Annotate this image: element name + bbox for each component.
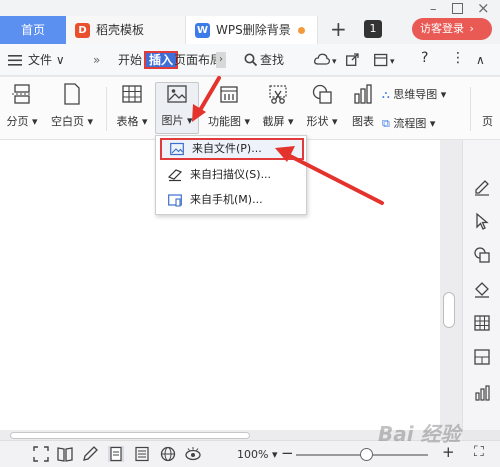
page-view-icon[interactable]: [108, 446, 124, 462]
arrow-head-icon: [275, 146, 295, 162]
watermark-logo: Bai 经验: [378, 422, 461, 446]
eye-protection-icon[interactable]: [185, 446, 201, 462]
pen-icon[interactable]: [82, 446, 98, 462]
reading-mode-icon[interactable]: [57, 446, 73, 462]
outline-view-icon[interactable]: [134, 446, 150, 462]
arrow-to-picture: [197, 76, 221, 114]
fullscreen-icon[interactable]: [33, 446, 49, 462]
zoom-out-button[interactable]: −: [281, 444, 294, 462]
web-view-icon[interactable]: [160, 446, 176, 462]
zoom-level-value: 100%: [237, 448, 269, 461]
arrow-to-from-file: [288, 154, 384, 205]
annotation-arrows: [192, 76, 384, 205]
zoom-slider-knob[interactable]: [360, 448, 373, 461]
fit-page-icon[interactable]: ⛶: [474, 444, 484, 460]
zoom-level[interactable]: 100% ▾: [237, 448, 277, 461]
